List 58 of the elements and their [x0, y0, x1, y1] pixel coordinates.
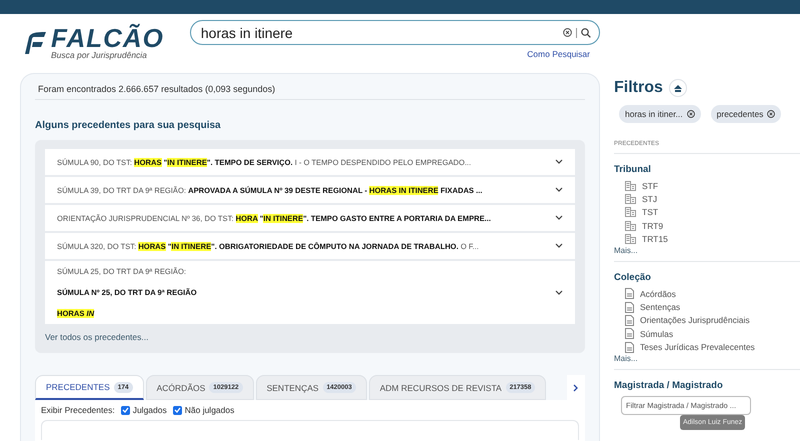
filters-title: Filtros — [614, 79, 663, 97]
checkbox[interactable] — [172, 406, 182, 414]
checkbox[interactable] — [120, 406, 130, 414]
search-input[interactable]: horas in itinere — [198, 24, 559, 42]
checkbox-label: Não julgados — [184, 405, 234, 415]
logo-name: FALCÃO — [51, 26, 164, 50]
chevron-down-icon[interactable] — [555, 159, 563, 165]
clear-icon[interactable] — [767, 110, 776, 118]
checkbox-label: Julgados — [132, 405, 167, 415]
tab-label: ACÓRDÃOS — [156, 382, 206, 392]
tab-label: PRECEDENTES — [46, 382, 110, 392]
filter-option[interactable]: TRT9 — [614, 219, 800, 233]
document-icon — [625, 342, 634, 353]
filter-option[interactable]: Sentenças — [614, 300, 800, 314]
tab-label: SENTENÇAS — [266, 382, 319, 392]
filter-label: Exibir Precedentes: — [41, 405, 115, 415]
filter-option[interactable]: STJ — [614, 192, 800, 206]
filter-chip[interactable]: precedentes — [710, 105, 782, 123]
document-icon — [625, 288, 634, 300]
building-icon — [625, 180, 636, 191]
filter-option[interactable]: TRT15 — [614, 232, 800, 246]
filter-option[interactable]: Acórdãos — [614, 286, 800, 300]
more-link[interactable]: Mais... — [614, 354, 800, 363]
logo-icon — [25, 31, 47, 55]
chevron-down-icon[interactable] — [555, 243, 563, 249]
filter-group-title: Tribunal — [614, 164, 652, 175]
filter-chip[interactable]: horas in itiner... — [619, 105, 701, 123]
chevron-down-icon[interactable] — [555, 215, 563, 221]
building-icon — [625, 194, 636, 204]
clear-icon[interactable] — [563, 28, 572, 37]
filter-option[interactable]: Orientações Jurisprudênciais — [614, 314, 800, 328]
chevron-down-icon[interactable] — [555, 290, 563, 296]
search-icon[interactable] — [581, 28, 591, 38]
chevron-right-icon — [573, 384, 579, 392]
precedents-heading: Alguns precedentes para sua pesquisa — [35, 120, 222, 131]
tab-label: ADM RECURSOS DE REVISTA — [380, 382, 502, 392]
search-field[interactable]: horas in itinere — [190, 20, 600, 45]
filter-group-title: Magistrada / Magistrado — [614, 380, 724, 391]
filter-group-title: Coleção — [614, 272, 652, 283]
document-icon — [625, 302, 634, 313]
filter-option[interactable]: STF — [614, 179, 800, 192]
clear-filters-button[interactable] — [668, 79, 687, 97]
filter-option[interactable]: Teses Jurídicas Prevalecentes — [614, 340, 800, 354]
document-icon — [625, 314, 634, 326]
building-icon — [625, 220, 636, 231]
building-icon — [625, 207, 636, 218]
more-link[interactable]: Mais... — [614, 246, 800, 255]
results-summary: Foram encontrados 2.666.657 resultados (0,093 segundos) — [35, 84, 585, 100]
clear-icon[interactable] — [686, 110, 695, 118]
building-icon — [625, 234, 636, 244]
logo-tagline: Busca por Jurisprudência — [51, 50, 148, 60]
upload-icon — [674, 84, 682, 92]
see-all-link[interactable]: Ver todos os precedentes... — [45, 332, 148, 342]
help-link[interactable]: Como Pesquisar — [527, 49, 590, 59]
document-icon — [625, 328, 634, 340]
chevron-down-icon[interactable] — [555, 187, 563, 193]
filter-option[interactable]: Súmulas — [614, 327, 800, 341]
filter-option[interactable]: TST — [614, 206, 800, 220]
